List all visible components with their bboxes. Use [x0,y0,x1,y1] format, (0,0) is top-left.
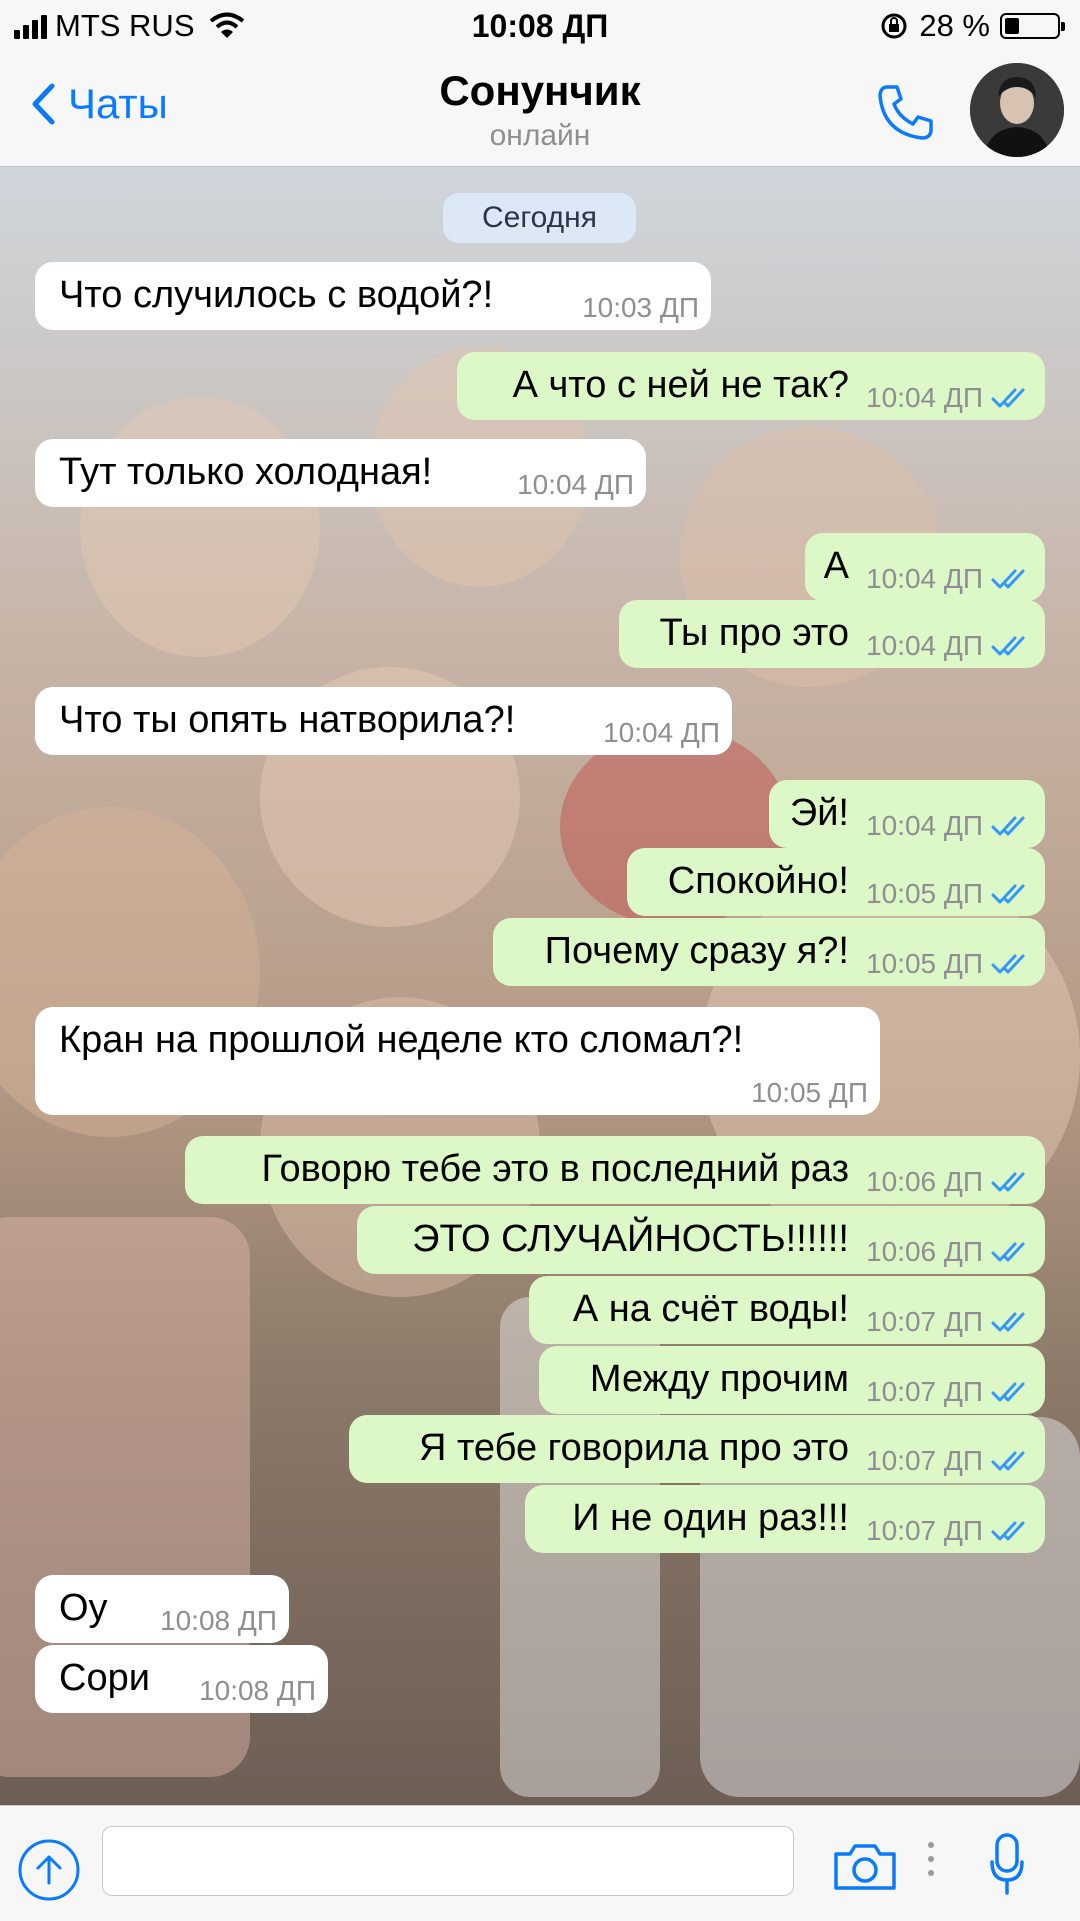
outgoing-message[interactable]: И не один раз!!! 10:07 ДП [525,1485,1045,1553]
incoming-message[interactable]: Тут только холодная! 10:04 ДП [35,439,646,507]
message-timestamp: 10:04 ДП [603,717,720,748]
message-timestamp: 10:03 ДП [582,292,699,323]
message-timestamp: 10:08 ДП [160,1605,277,1636]
double-check-icon [991,569,1025,589]
message-timestamp: 10:04 ДП [866,563,983,594]
message-text: И не один раз!!! [572,1497,849,1539]
double-check-icon [991,1382,1025,1402]
message-timestamp: 10:06 ДП [866,1166,983,1197]
back-chevron-icon [32,83,55,125]
back-label: Чаты [68,80,168,127]
double-check-icon [991,954,1025,974]
double-check-icon [991,884,1025,904]
incoming-message[interactable]: Что ты опять натворила?! 10:04 ДП [35,687,732,755]
message-text: Между прочим [589,1358,849,1400]
message-timestamp: 10:07 ДП [866,1515,983,1546]
message-text: Эй! [789,792,849,834]
chat-area[interactable]: Сегодня Что случилось с водой?! 10:03 ДП А… [0,167,1080,1805]
message-timestamp: 10:08 ДП [199,1675,316,1706]
message-text: А что с ней не так? [512,364,849,406]
message-text: Спокойно! [667,860,849,902]
incoming-message[interactable]: Сори 10:08 ДП [35,1645,328,1713]
message-timestamp: 10:04 ДП [866,630,983,661]
message-timestamp: 10:05 ДП [866,878,983,909]
date-divider: Сегодня [443,193,636,243]
message-timestamp: 10:07 ДП [866,1376,983,1407]
avatar[interactable] [970,63,1064,157]
message-timestamp: 10:06 ДП [866,1236,983,1267]
incoming-message[interactable]: Кран на прошлой неделе кто сломал?! 10:05… [35,1007,880,1115]
message-text: Ты про это [659,612,849,654]
outgoing-message[interactable]: Спокойно! 10:05 ДП [627,848,1045,916]
outgoing-message[interactable]: Ты про это 10:04 ДП [619,600,1045,668]
microphone-icon[interactable] [989,1832,1025,1896]
message-timestamp: 10:05 ДП [751,1077,868,1108]
message-text: Тут только холодная! [59,451,433,493]
outgoing-message[interactable]: Эй! 10:04 ДП [769,780,1045,848]
message-text: Я тебе говорила про это [418,1427,849,1469]
phone-icon[interactable] [875,81,937,143]
double-check-icon [991,816,1025,836]
message-timestamp: 10:04 ДП [866,810,983,841]
back-button[interactable]: Чаты [30,80,168,128]
double-check-icon [991,1451,1025,1471]
message-timestamp: 10:07 ДП [866,1306,983,1337]
outgoing-message[interactable]: Говорю тебе это в последний раз 10:06 ДП [185,1136,1045,1204]
rotation-lock-icon [881,13,907,39]
double-check-icon [991,388,1025,408]
message-timestamp: 10:05 ДП [866,948,983,979]
message-text: Оу [59,1587,108,1629]
outgoing-message[interactable]: Между прочим 10:07 ДП [539,1346,1045,1414]
status-bar: MTS RUS 10:08 ДП 28 % [0,0,1080,55]
message-text: Что случилось с водой?! [59,274,494,316]
outgoing-message[interactable]: ЭТО СЛУЧАЙНОСТЬ!!!!!! 10:06 ДП [357,1206,1045,1274]
double-check-icon [991,1172,1025,1192]
outgoing-message[interactable]: А что с ней не так? 10:04 ДП [457,352,1045,420]
message-text: А на счёт воды! [572,1288,849,1330]
battery-percent: 28 % [919,8,990,43]
attach-up-icon[interactable] [16,1837,82,1903]
message-timestamp: 10:04 ДП [517,469,634,500]
double-check-icon [991,636,1025,656]
message-timestamp: 10:04 ДП [866,382,983,413]
incoming-message[interactable]: Что случилось с водой?! 10:03 ДП [35,262,711,330]
message-text: Что ты опять натворила?! [59,699,516,741]
message-input[interactable] [102,1826,794,1896]
message-text: А [823,545,849,587]
message-text: Говорю тебе это в последний раз [261,1148,849,1190]
more-dots-icon[interactable] [928,1842,936,1884]
message-text: Почему сразу я?! [544,930,849,972]
outgoing-message[interactable]: Почему сразу я?! 10:05 ДП [493,918,1045,986]
double-check-icon [991,1242,1025,1262]
battery-icon [1000,13,1065,39]
message-text: Кран на прошлой неделе кто сломал?! [59,1019,744,1061]
outgoing-message[interactable]: А 10:04 ДП [805,533,1045,601]
double-check-icon [991,1312,1025,1332]
outgoing-message[interactable]: Я тебе говорила про это 10:07 ДП [349,1415,1045,1483]
message-text: Сори [59,1657,150,1699]
camera-icon[interactable] [832,1842,898,1892]
outgoing-message[interactable]: А на счёт воды! 10:07 ДП [529,1276,1045,1344]
incoming-message[interactable]: Оу 10:08 ДП [35,1575,289,1643]
input-bar [0,1805,1080,1921]
double-check-icon [991,1521,1025,1541]
message-timestamp: 10:07 ДП [866,1445,983,1476]
message-text: ЭТО СЛУЧАЙНОСТЬ!!!!!! [412,1218,849,1260]
chat-header: Чаты Сонунчик онлайн [0,55,1080,167]
